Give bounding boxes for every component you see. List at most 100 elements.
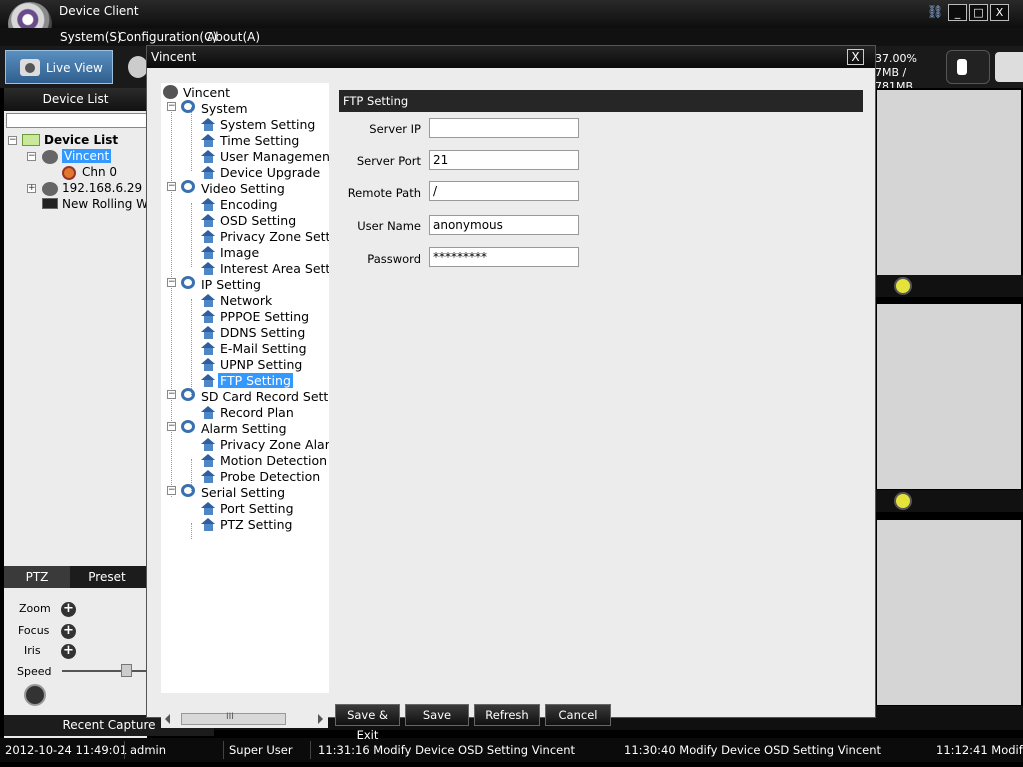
tree-node-encoding[interactable]: Encoding	[220, 197, 278, 212]
tree-node-ip-setting[interactable]: IP Setting	[201, 277, 261, 292]
dialog-close-button[interactable]: X	[847, 49, 864, 65]
iris-plus-icon[interactable]: +	[61, 644, 76, 659]
tree-node-time-setting[interactable]: Time Setting	[220, 133, 299, 148]
menu-bar: System(S) Configuration(C) About(A)	[0, 28, 1023, 46]
tree-node-sd-card[interactable]: SD Card Record Setting	[201, 389, 329, 404]
server-port-input[interactable]	[429, 150, 579, 170]
menu-about[interactable]: About(A)	[207, 30, 260, 44]
user-name-label: User Name	[357, 219, 421, 233]
tree-root-device-list[interactable]: Device List	[44, 133, 118, 147]
tree-node-root[interactable]: Vincent	[183, 85, 230, 100]
maximize-button[interactable]: □	[969, 4, 988, 21]
device-icon	[163, 85, 178, 99]
camera-icon[interactable]	[995, 52, 1023, 82]
tree-node-network[interactable]: Network	[220, 293, 272, 308]
remote-path-input[interactable]	[429, 181, 579, 201]
password-input[interactable]	[429, 247, 579, 267]
status-datetime: 2012-10-24 11:49:01	[5, 743, 128, 757]
expand-icon[interactable]: +	[27, 184, 36, 193]
tree-node-upnp[interactable]: UPNP Setting	[220, 357, 302, 372]
collapse-icon[interactable]: −	[167, 422, 176, 431]
menu-configuration[interactable]: Configuration(C)	[118, 30, 217, 44]
tree-device-ip[interactable]: 192.168.6.29	[62, 181, 142, 195]
tree-node-privacy-zone-alarm[interactable]: Privacy Zone Alarm S	[220, 437, 329, 452]
tree-node-alarm-setting[interactable]: Alarm Setting	[201, 421, 287, 436]
record-toggle-icon[interactable]	[946, 50, 990, 84]
scrollbar-thumb[interactable]: III	[181, 712, 286, 725]
menu-system[interactable]: System(S)	[60, 30, 122, 44]
home-icon	[201, 518, 216, 532]
tree-node-email[interactable]: E-Mail Setting	[220, 341, 307, 356]
video-cell[interactable]	[877, 304, 1021, 489]
film-reel-icon[interactable]	[128, 56, 148, 78]
tree-channel[interactable]: Chn 0	[82, 165, 117, 179]
video-cell[interactable]	[877, 90, 1021, 275]
user-name-input[interactable]	[429, 215, 579, 235]
tree-node-privacy-zone-setting[interactable]: Privacy Zone Setting	[220, 229, 329, 244]
device-icon	[42, 182, 58, 196]
home-icon	[201, 470, 216, 484]
tree-node-interest-area[interactable]: Interest Area Settin	[220, 261, 329, 276]
collapse-icon[interactable]: −	[167, 102, 176, 111]
tree-node-ftp-setting[interactable]: FTP Setting	[218, 373, 293, 388]
light-bulb-icon[interactable]	[24, 684, 46, 706]
expand-icon[interactable]: −	[8, 136, 17, 145]
minimize-button[interactable]: _	[948, 4, 967, 21]
tree-node-image[interactable]: Image	[220, 245, 259, 260]
collapse-icon[interactable]: −	[167, 278, 176, 287]
scroll-left-icon[interactable]	[165, 714, 170, 724]
tree-horizontal-scrollbar[interactable]: III	[161, 711, 328, 728]
tree-node-ddns[interactable]: DDNS Setting	[220, 325, 305, 340]
speed-slider-handle[interactable]	[121, 664, 132, 677]
home-icon	[201, 310, 216, 324]
tab-ptz[interactable]: PTZ	[4, 566, 70, 588]
collapse-icon[interactable]: −	[167, 390, 176, 399]
tree-device-vincent[interactable]: Vincent	[62, 149, 112, 163]
tab-live-view[interactable]: Live View	[5, 50, 113, 84]
scroll-right-icon[interactable]	[318, 714, 323, 724]
tree-node-record-plan[interactable]: Record Plan	[220, 405, 294, 420]
settings-group-icon	[181, 484, 195, 497]
collapse-icon[interactable]: −	[27, 152, 36, 161]
save-exit-button[interactable]: Save & Exit	[335, 704, 400, 742]
tree-node-probe-detection[interactable]: Probe Detection	[220, 469, 320, 484]
tree-node-device-upgrade[interactable]: Device Upgrade	[220, 165, 320, 180]
zoom-in-icon[interactable]	[894, 277, 912, 295]
tree-node-system-setting[interactable]: System Setting	[220, 117, 315, 132]
tree-node-motion-detection[interactable]: Motion Detection	[220, 453, 327, 468]
device-search-input[interactable]	[6, 113, 147, 128]
tree-node-system[interactable]: System	[201, 101, 248, 116]
settings-group-icon	[181, 100, 195, 113]
status-log-2: 11:30:40 Modify Device OSD Setting Vince…	[624, 743, 882, 757]
save-button[interactable]: Save	[405, 704, 469, 726]
tree-rolling-window[interactable]: New Rolling Wi	[62, 197, 151, 211]
tree-node-user-management[interactable]: User Management	[220, 149, 329, 164]
focus-plus-icon[interactable]: +	[61, 624, 76, 639]
collapse-icon[interactable]: −	[167, 182, 176, 191]
settings-group-icon	[181, 420, 195, 433]
cancel-button[interactable]: Cancel	[545, 704, 611, 726]
video-grid	[875, 88, 1023, 738]
speed-slider-track[interactable]	[62, 670, 147, 672]
channel-camera-icon	[62, 166, 76, 180]
status-user: admin	[130, 743, 167, 757]
status-bar: 2012-10-24 11:49:01 admin Super User 11:…	[0, 738, 1023, 762]
video-cell[interactable]	[877, 520, 1021, 705]
network-icon[interactable]: ⛓	[926, 4, 944, 21]
server-ip-input[interactable]	[429, 118, 579, 138]
home-icon	[201, 502, 216, 516]
zoom-plus-icon[interactable]: +	[61, 602, 76, 617]
tree-node-port-setting[interactable]: Port Setting	[220, 501, 294, 516]
tree-node-pppoe[interactable]: PPPOE Setting	[220, 309, 309, 324]
tree-node-osd-setting[interactable]: OSD Setting	[220, 213, 296, 228]
close-button[interactable]: X	[990, 4, 1009, 21]
collapse-icon[interactable]: −	[167, 486, 176, 495]
tab-preset[interactable]: Preset	[72, 566, 142, 588]
tree-node-serial-setting[interactable]: Serial Setting	[201, 485, 285, 500]
home-icon	[201, 118, 216, 132]
tree-node-video-setting[interactable]: Video Setting	[201, 181, 285, 196]
tree-node-ptz-setting[interactable]: PTZ Setting	[220, 517, 292, 532]
refresh-button[interactable]: Refresh	[474, 704, 540, 726]
zoom-in-icon[interactable]	[894, 492, 912, 510]
folder-icon	[22, 134, 40, 146]
